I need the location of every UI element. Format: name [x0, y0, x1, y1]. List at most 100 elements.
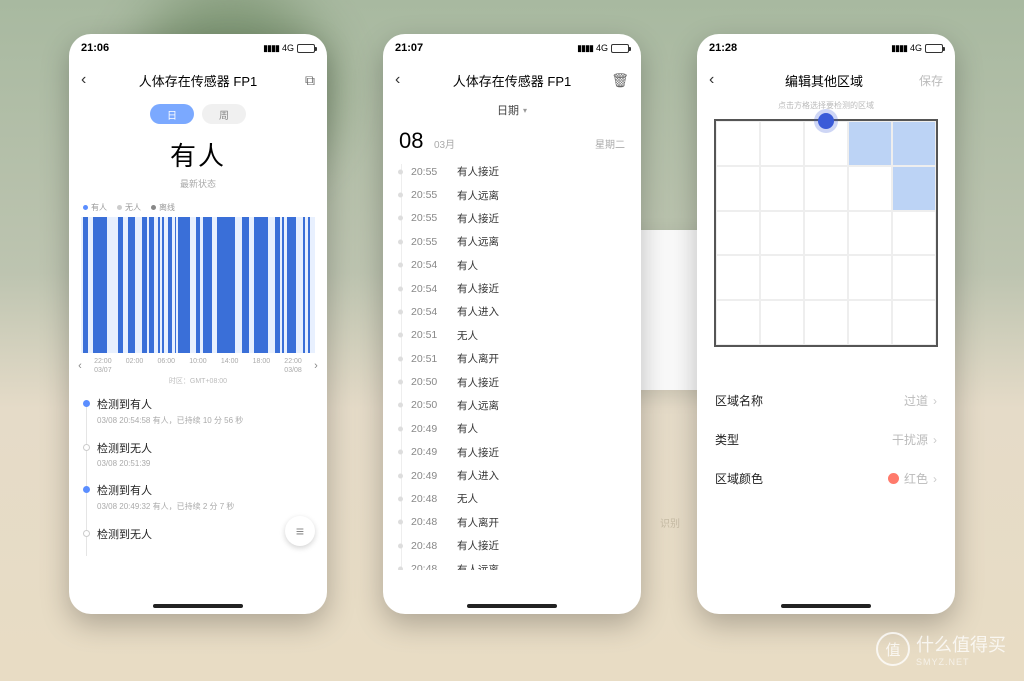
phone-3: 21:28 ▮▮▮▮ 4G ‹ 编辑其他区域 保存 点击方格选择要检测的区域 区… — [697, 34, 955, 614]
day-month: 03月 — [434, 140, 455, 151]
zone-cell[interactable] — [848, 166, 892, 211]
zone-grid[interactable] — [714, 119, 938, 347]
status-text: 有人 — [69, 136, 327, 173]
setting-zone-color[interactable]: 区域颜色 红色› — [715, 459, 937, 498]
color-swatch — [888, 473, 899, 484]
chevron-right-icon: › — [933, 394, 937, 408]
watermark-badge: 值 — [876, 632, 910, 666]
log-item: 20:48有人离开 — [399, 511, 625, 534]
status-bar: 21:06 ▮▮▮▮ 4G — [69, 34, 327, 62]
zone-cell[interactable] — [716, 255, 760, 300]
sensor-beacon-icon — [818, 113, 834, 129]
log-item: 20:49有人进入 — [399, 464, 625, 487]
timezone-label: 时区：GMT+08:00 — [69, 376, 327, 386]
toggle-week[interactable]: 周 — [202, 104, 246, 124]
log-list[interactable]: 20:55有人接近20:55有人远离20:55有人接近20:55有人远离20:5… — [383, 160, 641, 570]
zone-cell[interactable] — [716, 211, 760, 256]
battery-icon — [297, 44, 315, 53]
axis-next[interactable]: › — [309, 360, 323, 372]
signal-icon: ▮▮▮▮ — [263, 43, 279, 54]
delete-icon[interactable]: 🗑 — [609, 72, 629, 89]
home-indicator[interactable] — [467, 604, 557, 608]
back-icon[interactable]: ‹ — [709, 71, 729, 89]
zone-cell[interactable] — [716, 121, 760, 166]
zone-cell[interactable] — [804, 255, 848, 300]
share-icon[interactable]: ⧉ — [295, 72, 315, 89]
zone-cell[interactable] — [760, 166, 804, 211]
setting-zone-type[interactable]: 类型 干扰源› — [715, 420, 937, 459]
zone-cell[interactable] — [804, 300, 848, 345]
date-filter[interactable]: 日期▾ — [383, 102, 641, 118]
zone-cell[interactable] — [716, 166, 760, 211]
save-button[interactable]: 保存 — [919, 72, 943, 89]
zone-cell[interactable] — [760, 121, 804, 166]
status-time: 21:07 — [395, 42, 423, 54]
axis-prev[interactable]: ‹ — [73, 360, 87, 372]
log-item: 20:51有人离开 — [399, 347, 625, 370]
weekday: 星期二 — [595, 136, 625, 151]
chevron-down-icon: ▾ — [523, 106, 527, 115]
zone-cell[interactable] — [760, 300, 804, 345]
signal-icon: ▮▮▮▮ — [891, 43, 907, 54]
log-item: 20:55有人接近 — [399, 207, 625, 230]
current-status: 有人 最新状态 — [69, 136, 327, 190]
zone-cell[interactable] — [804, 166, 848, 211]
log-item: 20:55有人接近 — [399, 160, 625, 183]
event-item[interactable]: 检测到无人03/08 20:51:39 — [83, 440, 313, 482]
page-title: 人体存在传感器 FP1 — [415, 71, 609, 90]
day-header: 08 03月 星期二 — [383, 128, 641, 160]
zone-cell[interactable] — [760, 255, 804, 300]
event-item[interactable]: 检测到有人03/08 20:49:32 有人，已持续 2 分 7 秒 — [83, 482, 313, 526]
menu-fab[interactable]: ≡ — [285, 516, 315, 546]
presence-chart[interactable] — [81, 217, 315, 353]
network-label: 4G — [282, 43, 294, 53]
network-label: 4G — [596, 43, 608, 53]
setting-zone-name[interactable]: 区域名称 过道› — [715, 381, 937, 420]
watermark: 值 什么值得买 SMYZ.NET — [876, 631, 1006, 667]
log-item: 20:54有人进入 — [399, 300, 625, 323]
zone-cell[interactable] — [716, 300, 760, 345]
zone-cell[interactable] — [848, 300, 892, 345]
home-indicator[interactable] — [781, 604, 871, 608]
network-label: 4G — [910, 43, 922, 53]
zone-cell[interactable] — [804, 211, 848, 256]
nav-bar: ‹ 人体存在传感器 FP1 🗑 — [383, 62, 641, 98]
log-item: 20:48有人接近 — [399, 534, 625, 557]
log-item: 20:55有人远离 — [399, 230, 625, 253]
chart-legend: 有人 无人 离线 — [69, 190, 327, 217]
chevron-right-icon: › — [933, 472, 937, 486]
hint-text: 点击方格选择要检测的区域 — [697, 100, 955, 111]
home-indicator[interactable] — [153, 604, 243, 608]
toggle-day[interactable]: 日 — [150, 104, 194, 124]
range-toggle: 日 周 — [69, 104, 327, 124]
phone-1: 21:06 ▮▮▮▮ 4G ‹ 人体存在传感器 FP1 ⧉ 日 周 有人 最新状… — [69, 34, 327, 614]
zone-cell[interactable] — [848, 255, 892, 300]
zone-cell[interactable] — [892, 166, 936, 211]
nav-bar: ‹ 编辑其他区域 保存 — [697, 62, 955, 98]
zone-cell[interactable] — [760, 211, 804, 256]
log-item: 20:50有人接近 — [399, 370, 625, 393]
log-item: 20:54有人 — [399, 254, 625, 277]
event-item[interactable]: 检测到有人03/08 20:54:58 有人，已持续 10 分 56 秒 — [83, 396, 313, 440]
battery-icon — [925, 44, 943, 53]
chart-axis: ‹ 22:0003/0702:0006:0010:0014:0018:0022:… — [69, 353, 327, 375]
status-subtitle: 最新状态 — [69, 177, 327, 190]
zone-settings: 区域名称 过道› 类型 干扰源› 区域颜色 红色› — [697, 381, 955, 498]
zone-cell[interactable] — [892, 255, 936, 300]
zone-cell[interactable] — [848, 121, 892, 166]
log-item: 20:51无人 — [399, 324, 625, 347]
day-number: 08 — [399, 128, 423, 153]
signal-icon: ▮▮▮▮ — [577, 43, 593, 54]
zone-cell[interactable] — [892, 300, 936, 345]
zone-cell[interactable] — [892, 121, 936, 166]
page-title: 人体存在传感器 FP1 — [101, 71, 295, 90]
phone-2: 21:07 ▮▮▮▮ 4G ‹ 人体存在传感器 FP1 🗑 日期▾ 08 03月… — [383, 34, 641, 614]
event-item[interactable]: 检测到无人 — [83, 526, 313, 556]
zone-cell[interactable] — [848, 211, 892, 256]
zone-cell[interactable] — [892, 211, 936, 256]
status-time: 21:06 — [81, 42, 109, 54]
status-time: 21:28 — [709, 42, 737, 54]
back-icon[interactable]: ‹ — [81, 71, 101, 89]
status-bar: 21:28 ▮▮▮▮ 4G — [697, 34, 955, 62]
back-icon[interactable]: ‹ — [395, 71, 415, 89]
